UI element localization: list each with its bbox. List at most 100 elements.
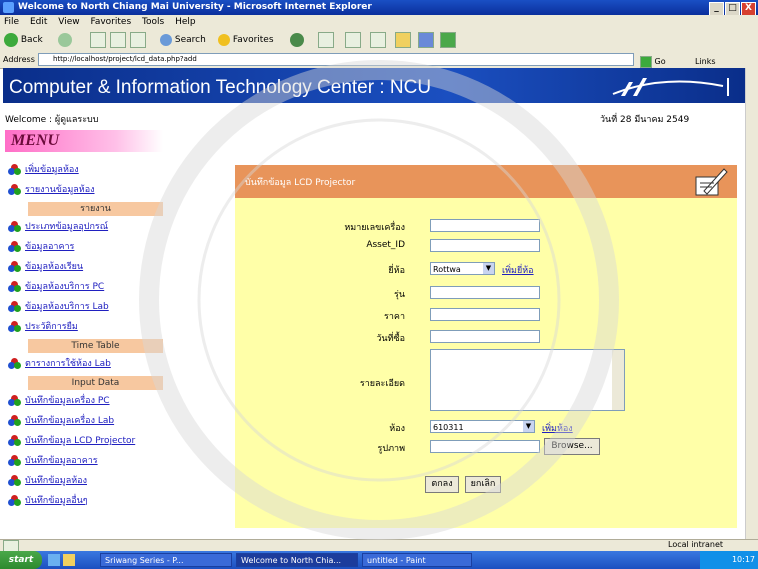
asset-id-input[interactable] (430, 239, 540, 252)
colored-balls-icon (8, 395, 21, 406)
edit-button[interactable] (395, 32, 411, 48)
colored-balls-icon (8, 358, 21, 369)
history-button[interactable] (318, 32, 334, 48)
serial-input[interactable] (430, 219, 540, 232)
menu-help[interactable]: Help (175, 17, 196, 27)
back-button[interactable]: Back (4, 32, 43, 48)
price-input[interactable] (430, 308, 540, 321)
quick-launch-ie-icon[interactable] (48, 554, 60, 566)
sidebar-item[interactable]: บันทึกข้อมูล LCD Projector (8, 433, 135, 447)
mail-icon (345, 32, 361, 48)
toolbar: Back Search Favorites (0, 29, 758, 52)
sidebar-item[interactable]: บันทึกข้อมูลเครื่อง PC (8, 393, 110, 407)
chevron-down-icon: ▼ (483, 263, 494, 274)
taskbar: start Sriwang Series - P... Welcome to N… (0, 551, 758, 569)
welcome-text: Welcome : ผู้ดูแลระบบ (5, 115, 99, 125)
address-label: Address (3, 55, 35, 64)
close-button[interactable]: X (741, 2, 756, 16)
sidebar-item-label: ตารางการใช้ห้อง Lab (25, 359, 111, 369)
window-controls: _ □ X (708, 1, 756, 16)
mail-button[interactable] (345, 32, 361, 48)
media-button[interactable] (290, 32, 304, 48)
reset-button[interactable]: ยกเลิก (465, 476, 501, 493)
menu-file[interactable]: File (4, 17, 19, 27)
home-button[interactable] (130, 32, 146, 48)
sidebar-item-label: รายงานข้อมูลห้อง (25, 185, 95, 195)
sidebar-item[interactable]: ข้อมูลห้องบริการ Lab (8, 299, 109, 313)
quick-launch-desktop-icon[interactable] (63, 554, 75, 566)
colored-balls-icon (8, 475, 21, 486)
colored-balls-icon (8, 221, 21, 232)
room-select[interactable]: 610311 ▼ (430, 420, 535, 433)
form-panel: หมายเลขเครื่อง Asset_ID ยี่ห้อ Rottwa ▼ … (235, 198, 737, 528)
menu-view[interactable]: View (58, 17, 79, 27)
task-welcome[interactable]: Welcome to North Chia... (236, 553, 358, 567)
favorites-button[interactable]: Favorites (218, 32, 274, 48)
forward-button[interactable] (58, 32, 72, 48)
home-icon (130, 32, 146, 48)
room-select-value: 610311 (433, 423, 464, 432)
discuss-icon (418, 32, 434, 48)
colored-balls-icon (8, 495, 21, 506)
colored-balls-icon (8, 184, 21, 195)
colored-balls-icon (8, 301, 21, 312)
sidebar-item[interactable]: บันทึกข้อมูลห้อง (8, 473, 87, 487)
start-button[interactable]: start (0, 551, 42, 569)
print-button[interactable] (370, 32, 386, 48)
stop-icon (90, 32, 106, 48)
sidebar-item[interactable]: ตารางการใช้ห้อง Lab (8, 356, 111, 370)
add-room-link[interactable]: เพิ่มห้อง (542, 421, 573, 435)
sidebar-item[interactable]: บันทึกข้อมูลอื่นๆ (8, 493, 88, 507)
site-banner: Computer & Information Technology Center… (3, 68, 745, 103)
clock: 10:17 (731, 555, 755, 564)
minimize-button[interactable]: _ (709, 2, 724, 16)
task-sriwang[interactable]: Sriwang Series - P... (100, 553, 232, 567)
colored-balls-icon (8, 455, 21, 466)
sidebar-item[interactable]: ข้อมูลอาคาร (8, 239, 74, 253)
sidebar-item[interactable]: ข้อมูลห้องบริการ PC (8, 279, 104, 293)
form-header: บันทึกข้อมูล LCD Projector (235, 165, 737, 198)
folder-icon (395, 32, 411, 48)
sidebar-item[interactable]: ประวัติการยืม (8, 319, 78, 333)
menu-edit[interactable]: Edit (30, 17, 47, 27)
discuss-button[interactable] (418, 32, 434, 48)
sidebar-item-label: บันทึกข้อมูล LCD Projector (25, 436, 136, 446)
form-title: บันทึกข้อมูล LCD Projector (245, 178, 356, 188)
sidebar-item[interactable]: ประเภทข้อมูลอุปกรณ์ (8, 219, 108, 233)
sidebar-item[interactable]: บันทึกข้อมูลเครื่อง Lab (8, 413, 114, 427)
menu-header: MENU (5, 130, 163, 152)
messenger-button[interactable] (440, 32, 456, 48)
menu-favorites[interactable]: Favorites (90, 17, 131, 27)
brand-select[interactable]: Rottwa ▼ (430, 262, 495, 275)
add-brand-link[interactable]: เพิ่มยี่ห้อ (502, 263, 534, 277)
back-arrow-icon (4, 32, 18, 47)
refresh-button[interactable] (110, 32, 126, 48)
search-button[interactable]: Search (160, 32, 206, 48)
sidebar-item[interactable]: เพิ่มข้อมูลห้อง (8, 162, 79, 176)
image-label: รูปภาพ (377, 444, 405, 454)
media-icon (290, 32, 304, 47)
brand-select-value: Rottwa (433, 265, 461, 274)
ie-icon (3, 2, 14, 13)
textarea-scrollbar[interactable] (612, 350, 624, 410)
save-button[interactable]: ตกลง (425, 476, 459, 493)
vertical-scrollbar[interactable] (745, 68, 758, 539)
maximize-button[interactable]: □ (725, 2, 740, 16)
model-input[interactable] (430, 286, 540, 299)
sidebar-item[interactable]: ข้อมูลห้องเรียน (8, 259, 83, 273)
sidebar-item[interactable]: บันทึกข้อมูลอาคาร (8, 453, 98, 467)
sidebar-item-label: บันทึกข้อมูลอาคาร (25, 456, 98, 466)
address-input[interactable]: http://localhost/project/lcd_data.php?ad… (38, 53, 634, 66)
sidebar-item[interactable]: รายงานข้อมูลห้อง (8, 182, 95, 196)
colored-balls-icon (8, 281, 21, 292)
sidebar-item-label: ข้อมูลห้องบริการ Lab (25, 302, 109, 312)
menu-tools[interactable]: Tools (142, 17, 164, 27)
detail-textarea[interactable] (430, 349, 625, 411)
menu-header-label: MENU (11, 132, 60, 149)
browse-button[interactable]: Browse... (544, 438, 600, 455)
image-file-input[interactable] (430, 440, 540, 453)
purchase-date-input[interactable] (430, 330, 540, 343)
brand-label: ยี่ห้อ (388, 266, 405, 276)
stop-button[interactable] (90, 32, 106, 48)
task-paint[interactable]: untitled - Paint (362, 553, 472, 567)
